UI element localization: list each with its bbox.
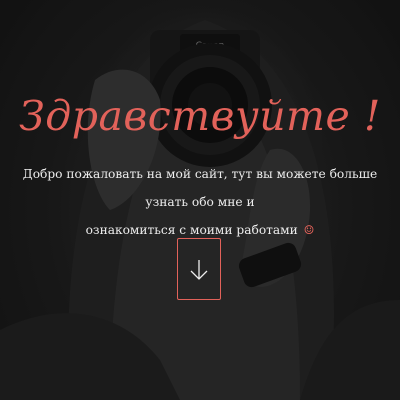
welcome-text: Добро пожаловать на мой сайт, тут вы мож… (0, 160, 400, 244)
smile-icon: ☺ (303, 223, 315, 237)
welcome-line-1: Добро пожаловать на мой сайт, тут вы мож… (22, 167, 378, 209)
hero-section: Canon Здравствуйте ! Добро пожаловать на… (0, 0, 400, 400)
page-title: Здравствуйте ! (19, 92, 381, 140)
arrow-down-icon (190, 260, 208, 280)
welcome-line-2: ознакомиться с моими работами (85, 223, 298, 237)
scroll-down-button[interactable] (177, 238, 221, 300)
